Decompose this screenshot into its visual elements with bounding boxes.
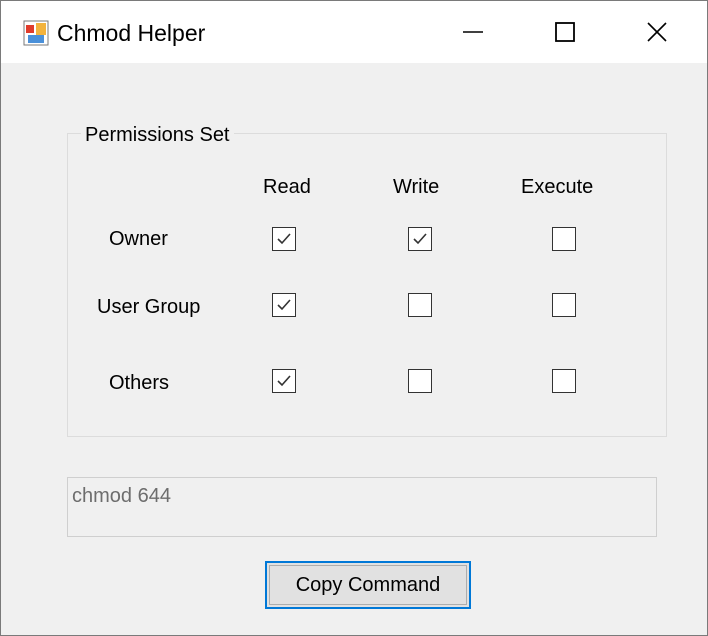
checkmark-icon — [413, 233, 427, 245]
user-group-read-checkbox[interactable] — [272, 293, 296, 317]
checkmark-icon — [277, 375, 291, 387]
permissions-group-label: Permissions Set — [81, 123, 234, 147]
main-window: Chmod Helper Permissions Set Read Write … — [0, 0, 708, 636]
column-header-write: Write — [393, 176, 440, 198]
minimize-icon — [463, 31, 483, 33]
window-title: Chmod Helper — [57, 20, 206, 46]
row-label-others: Others — [109, 372, 170, 394]
copy-command-label: Copy Command — [295, 573, 441, 596]
owner-write-checkbox[interactable] — [408, 227, 432, 251]
owner-execute-checkbox[interactable] — [552, 227, 576, 251]
user-group-execute-checkbox[interactable] — [552, 293, 576, 317]
owner-read-checkbox[interactable] — [272, 227, 296, 251]
user-group-write-checkbox[interactable] — [408, 293, 432, 317]
others-execute-checkbox[interactable] — [552, 369, 576, 393]
others-read-checkbox[interactable] — [272, 369, 296, 393]
column-header-execute: Execute — [521, 176, 594, 198]
app-icon — [23, 20, 49, 46]
column-header-read: Read — [263, 176, 311, 198]
copy-command-button[interactable]: Copy Command — [265, 561, 471, 609]
minimize-button[interactable] — [427, 1, 519, 63]
command-output-field[interactable]: chmod 644 — [67, 477, 657, 537]
maximize-icon — [555, 22, 575, 42]
others-write-checkbox[interactable] — [408, 369, 432, 393]
row-label-owner: Owner — [109, 228, 168, 250]
maximize-button[interactable] — [519, 1, 611, 63]
close-button[interactable] — [611, 1, 703, 63]
close-icon — [647, 22, 667, 42]
row-label-user-group: User Group — [97, 296, 201, 318]
checkmark-icon — [277, 233, 291, 245]
checkmark-icon — [277, 299, 291, 311]
title-bar[interactable]: Chmod Helper — [1, 1, 707, 63]
